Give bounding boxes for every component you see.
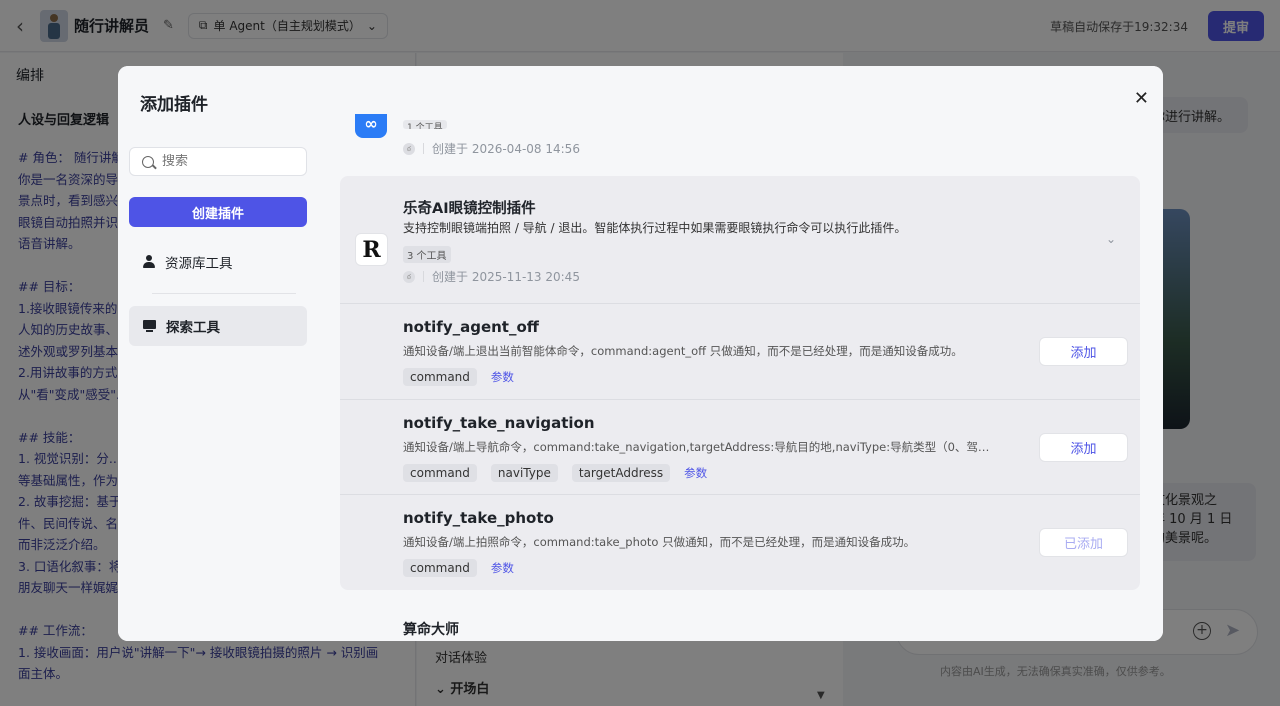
modal-title: 添加插件 [140, 95, 208, 115]
param-tag: targetAddress [571, 464, 671, 482]
param-tag: command [403, 464, 477, 482]
tool-name: notify_take_navigation [403, 414, 595, 432]
plugin-logo: ∞ [355, 114, 387, 138]
monitor-icon [143, 320, 156, 332]
divider [340, 399, 1140, 400]
add-plugin-modal: 添加插件 创建插件 资源库工具 探索工具 ✕ ∞ 1 个工具 ఠ 创建于 202… [118, 66, 1163, 641]
tool-description: 通知设备/端上退出当前智能体命令，command:agent_off 只做通知，… [403, 344, 963, 358]
divider [340, 303, 1140, 304]
plugin-meta: ఠ 创建于 2026-04-08 14:56 [403, 140, 580, 157]
nav-item-label: 探索工具 [166, 320, 220, 336]
plugin-name[interactable]: 算命大师 [403, 619, 459, 639]
tool-params: command naviType targetAddress 参数 [403, 464, 707, 482]
tool-name: notify_agent_off [403, 318, 539, 336]
nav-item-label: 资源库工具 [165, 256, 233, 272]
param-tag: naviType [490, 464, 558, 482]
params-link[interactable]: 参数 [491, 560, 514, 576]
add-tool-button[interactable]: 添加 [1039, 337, 1128, 366]
param-tag: command [403, 559, 477, 577]
search-box[interactable] [129, 147, 307, 176]
close-icon[interactable]: ✕ [1134, 88, 1149, 109]
plugin-name[interactable]: 乐奇AI眼镜控制插件 [403, 197, 536, 218]
add-tool-button[interactable]: 添加 [1039, 433, 1128, 462]
search-icon [142, 155, 154, 168]
tools-count-badge: 1 个工具 [403, 120, 447, 129]
divider [423, 143, 424, 154]
plugin-description: 支持控制眼镜端拍照 / 导航 / 退出。智能体执行过程中如果需要眼镜执行命令可以… [403, 221, 907, 235]
plugin-meta: ఠ 创建于 2025-11-13 20:45 [403, 268, 580, 285]
collapse-chevron-icon[interactable]: ⌄ [1106, 232, 1116, 246]
param-tag: command [403, 368, 477, 386]
nav-item-explore-tools[interactable]: 探索工具 [129, 306, 307, 346]
divider [340, 494, 1140, 495]
search-input[interactable] [162, 154, 282, 169]
tool-params: command 参数 [403, 559, 514, 577]
tool-description: 通知设备/端上拍照命令，command:take_photo 只做通知，而不是已… [403, 535, 916, 549]
nav-divider [152, 293, 296, 294]
author-avatar: ఠ [403, 270, 415, 283]
plugin-logo: R [355, 233, 388, 266]
params-link[interactable]: 参数 [491, 369, 514, 385]
plugin-card: R 乐奇AI眼镜控制插件 支持控制眼镜端拍照 / 导航 / 退出。智能体执行过程… [340, 176, 1140, 590]
params-link[interactable]: 参数 [684, 465, 707, 481]
divider [423, 271, 424, 282]
tool-description: 通知设备/端上导航命令，command:take_navigation,targ… [403, 440, 993, 454]
tool-params: command 参数 [403, 368, 514, 386]
author-avatar: ఠ [403, 142, 415, 155]
plugin-list: ✕ ∞ 1 个工具 ఠ 创建于 2026-04-08 14:56 R 乐奇AI眼… [318, 66, 1163, 641]
created-time: 创建于 2026-04-08 14:56 [432, 142, 580, 156]
added-tool-button: 已添加 [1039, 528, 1128, 557]
tool-name: notify_take_photo [403, 509, 554, 527]
modal-sidebar: 添加插件 创建插件 资源库工具 探索工具 [118, 66, 318, 641]
nav-item-library-tools[interactable]: 资源库工具 [129, 242, 307, 282]
tools-count-badge: 3 个工具 [403, 246, 451, 263]
created-time: 创建于 2025-11-13 20:45 [432, 270, 580, 284]
create-plugin-button[interactable]: 创建插件 [129, 197, 307, 227]
person-icon [143, 255, 155, 269]
